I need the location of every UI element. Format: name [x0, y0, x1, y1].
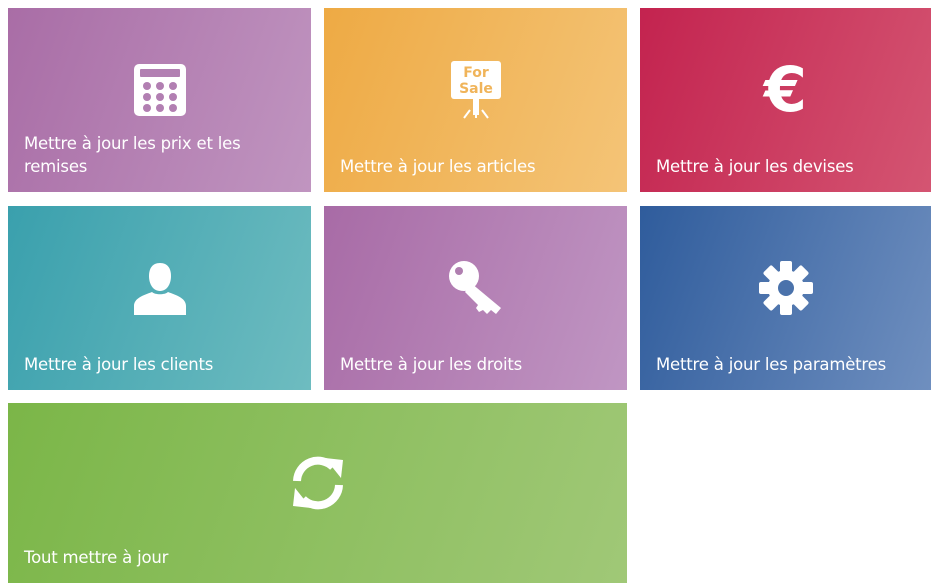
tile-label: Mettre à jour les droits [340, 355, 523, 374]
tile-update-settings[interactable]: Mettre à jour les paramètres [640, 206, 931, 390]
tile-update-articles[interactable]: For Sale Mettre à jour les articles [324, 8, 627, 192]
calculator-icon [130, 60, 190, 120]
sign-text-for: For [463, 65, 489, 81]
tile-update-prices[interactable]: Mettre à jour les prix et les remises [8, 8, 311, 192]
user-icon [130, 258, 190, 318]
tile-label: Mettre à jour les paramètres [656, 355, 886, 374]
tile-label: Mettre à jour les articles [340, 157, 536, 176]
tile-update-rights[interactable]: Mettre à jour les droits [324, 206, 627, 390]
sign-text-sale: Sale [459, 81, 493, 97]
key-icon [446, 258, 506, 318]
tile-label: Tout mettre à jour [24, 548, 169, 567]
tile-label: Mettre à jour les clients [24, 355, 214, 374]
tile-label: Mettre à jour les devises [656, 157, 854, 176]
for-sale-sign-icon: For Sale [446, 60, 506, 120]
refresh-icon [288, 453, 348, 513]
tile-label: Mettre à jour les prix et les remises [24, 134, 241, 176]
gear-icon [756, 258, 816, 318]
tile-update-all[interactable]: Tout mettre à jour [8, 403, 627, 583]
euro-symbol: € [763, 53, 808, 126]
tile-update-currencies[interactable]: € Mettre à jour les devises [640, 8, 931, 192]
euro-icon: € [756, 53, 816, 126]
tile-update-clients[interactable]: Mettre à jour les clients [8, 206, 311, 390]
